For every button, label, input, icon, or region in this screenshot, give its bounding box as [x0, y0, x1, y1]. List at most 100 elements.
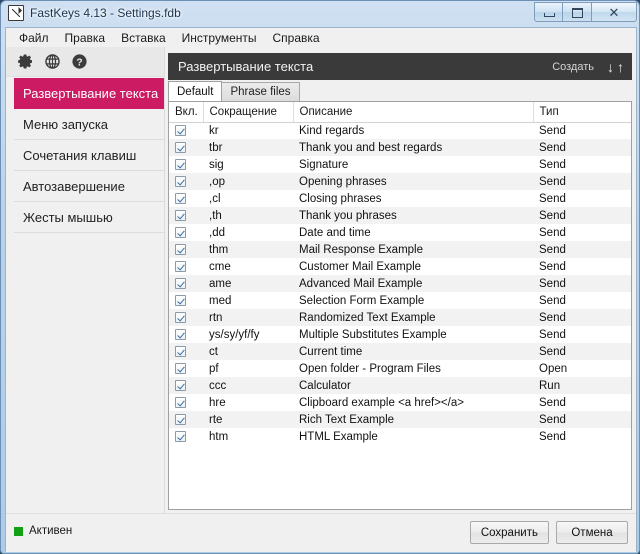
sidebar-item-autocomplete[interactable]: Автозавершение	[14, 171, 164, 202]
checkbox-checked-icon[interactable]	[175, 159, 186, 170]
checkbox-checked-icon[interactable]	[175, 295, 186, 306]
column-header-enabled[interactable]: Вкл.	[169, 102, 203, 122]
cell-description: Opening phrases	[293, 173, 533, 190]
tab-phrase-files[interactable]: Phrase files	[221, 82, 299, 101]
cell-enabled[interactable]	[169, 258, 203, 275]
sidebar-item-text-expansion[interactable]: Развертывание текста	[14, 78, 164, 109]
sidebar-item-label: Автозавершение	[23, 179, 125, 194]
menu-item-help[interactable]: Справка	[265, 30, 328, 46]
table-row[interactable]: medSelection Form ExampleSend	[169, 292, 632, 309]
cell-abbreviation: sig	[203, 156, 293, 173]
column-header-abbreviation[interactable]: Сокращение	[203, 102, 293, 122]
cell-enabled[interactable]	[169, 156, 203, 173]
close-button[interactable]: ✕	[592, 2, 637, 22]
table-row[interactable]: hreClipboard example <a href></a>Send	[169, 394, 632, 411]
cell-enabled[interactable]	[169, 428, 203, 445]
checkbox-checked-icon[interactable]	[175, 244, 186, 255]
checkbox-checked-icon[interactable]	[175, 346, 186, 357]
checkbox-checked-icon[interactable]	[175, 329, 186, 340]
checkbox-checked-icon[interactable]	[175, 312, 186, 323]
cell-description: Randomized Text Example	[293, 309, 533, 326]
menu-item-insert[interactable]: Вставка	[113, 30, 174, 46]
table-row[interactable]: rtnRandomized Text ExampleSend	[169, 309, 632, 326]
cell-description: HTML Example	[293, 428, 533, 445]
menu-item-tools[interactable]: Инструменты	[174, 30, 265, 46]
cell-enabled[interactable]	[169, 343, 203, 360]
cell-abbreviation: ,th	[203, 207, 293, 224]
maximize-button[interactable]	[563, 2, 592, 22]
sidebar-toolbar: ?	[6, 47, 164, 77]
move-down-icon[interactable]: ↓	[607, 60, 614, 74]
cell-enabled[interactable]	[169, 275, 203, 292]
sidebar-item-label: Сочетания клавиш	[23, 148, 136, 163]
checkbox-checked-icon[interactable]	[175, 193, 186, 204]
globe-icon[interactable]	[44, 53, 61, 70]
save-button[interactable]: Сохранить	[470, 521, 549, 544]
cell-abbreviation: tbr	[203, 139, 293, 156]
table-row[interactable]: ctCurrent timeSend	[169, 343, 632, 360]
cancel-button[interactable]: Отмена	[556, 521, 628, 544]
minimize-button[interactable]	[534, 2, 563, 22]
cell-abbreviation: thm	[203, 241, 293, 258]
checkbox-checked-icon[interactable]	[175, 363, 186, 374]
checkbox-checked-icon[interactable]	[175, 142, 186, 153]
cell-enabled[interactable]	[169, 394, 203, 411]
cell-enabled[interactable]	[169, 377, 203, 394]
table-row[interactable]: cccCalculatorRun	[169, 377, 632, 394]
cell-enabled[interactable]	[169, 207, 203, 224]
cell-description: Open folder - Program Files	[293, 360, 533, 377]
checkbox-checked-icon[interactable]	[175, 261, 186, 272]
checkbox-checked-icon[interactable]	[175, 380, 186, 391]
gear-icon[interactable]	[17, 53, 34, 70]
menu-item-file[interactable]: Файл	[11, 30, 57, 46]
checkbox-checked-icon[interactable]	[175, 176, 186, 187]
table-row[interactable]: sigSignatureSend	[169, 156, 632, 173]
table-header: Вкл. Сокращение Описание Тип	[169, 102, 632, 122]
table-row[interactable]: ameAdvanced Mail ExampleSend	[169, 275, 632, 292]
table-row[interactable]: ,clClosing phrasesSend	[169, 190, 632, 207]
table-row[interactable]: pfOpen folder - Program FilesOpen	[169, 360, 632, 377]
checkbox-checked-icon[interactable]	[175, 414, 186, 425]
table-row[interactable]: ,ddDate and timeSend	[169, 224, 632, 241]
cell-enabled[interactable]	[169, 360, 203, 377]
help-icon[interactable]: ?	[71, 53, 88, 70]
create-button[interactable]: Создать	[552, 61, 594, 73]
table-row[interactable]: tbrThank you and best regardsSend	[169, 139, 632, 156]
checkbox-checked-icon[interactable]	[175, 125, 186, 136]
phrases-table-container[interactable]: Вкл. Сокращение Описание Тип krKind rega…	[168, 101, 632, 510]
cell-enabled[interactable]	[169, 309, 203, 326]
cell-enabled[interactable]	[169, 241, 203, 258]
table-row[interactable]: cmeCustomer Mail ExampleSend	[169, 258, 632, 275]
table-row[interactable]: rteRich Text ExampleSend	[169, 411, 632, 428]
table-row[interactable]: krKind regardsSend	[169, 122, 632, 139]
cell-enabled[interactable]	[169, 224, 203, 241]
sidebar-item-shortcuts[interactable]: Сочетания клавиш	[14, 140, 164, 171]
menu-item-edit[interactable]: Правка	[57, 30, 114, 46]
tab-default[interactable]: Default	[168, 81, 222, 101]
table-row[interactable]: ,opOpening phrasesSend	[169, 173, 632, 190]
table-row[interactable]: htmHTML ExampleSend	[169, 428, 632, 445]
checkbox-checked-icon[interactable]	[175, 397, 186, 408]
column-header-description[interactable]: Описание	[293, 102, 533, 122]
cell-abbreviation: ,dd	[203, 224, 293, 241]
cell-enabled[interactable]	[169, 411, 203, 428]
cell-enabled[interactable]	[169, 190, 203, 207]
cell-enabled[interactable]	[169, 122, 203, 139]
move-up-icon[interactable]: ↑	[617, 60, 624, 74]
cell-enabled[interactable]	[169, 326, 203, 343]
checkbox-checked-icon[interactable]	[175, 278, 186, 289]
table-row[interactable]: thmMail Response ExampleSend	[169, 241, 632, 258]
cell-enabled[interactable]	[169, 173, 203, 190]
cell-enabled[interactable]	[169, 139, 203, 156]
column-header-type[interactable]: Тип	[533, 102, 632, 122]
sidebar-item-mouse-gestures[interactable]: Жесты мышью	[14, 202, 164, 233]
status-indicator: Активен	[14, 525, 72, 537]
table-row[interactable]: ,thThank you phrasesSend	[169, 207, 632, 224]
checkbox-checked-icon[interactable]	[175, 227, 186, 238]
cell-enabled[interactable]	[169, 292, 203, 309]
checkbox-checked-icon[interactable]	[175, 210, 186, 221]
cell-description: Clipboard example <a href></a>	[293, 394, 533, 411]
table-row[interactable]: ys/sy/yf/fyMultiple Substitutes ExampleS…	[169, 326, 632, 343]
checkbox-checked-icon[interactable]	[175, 431, 186, 442]
sidebar-item-start-menu[interactable]: Меню запуска	[14, 109, 164, 140]
